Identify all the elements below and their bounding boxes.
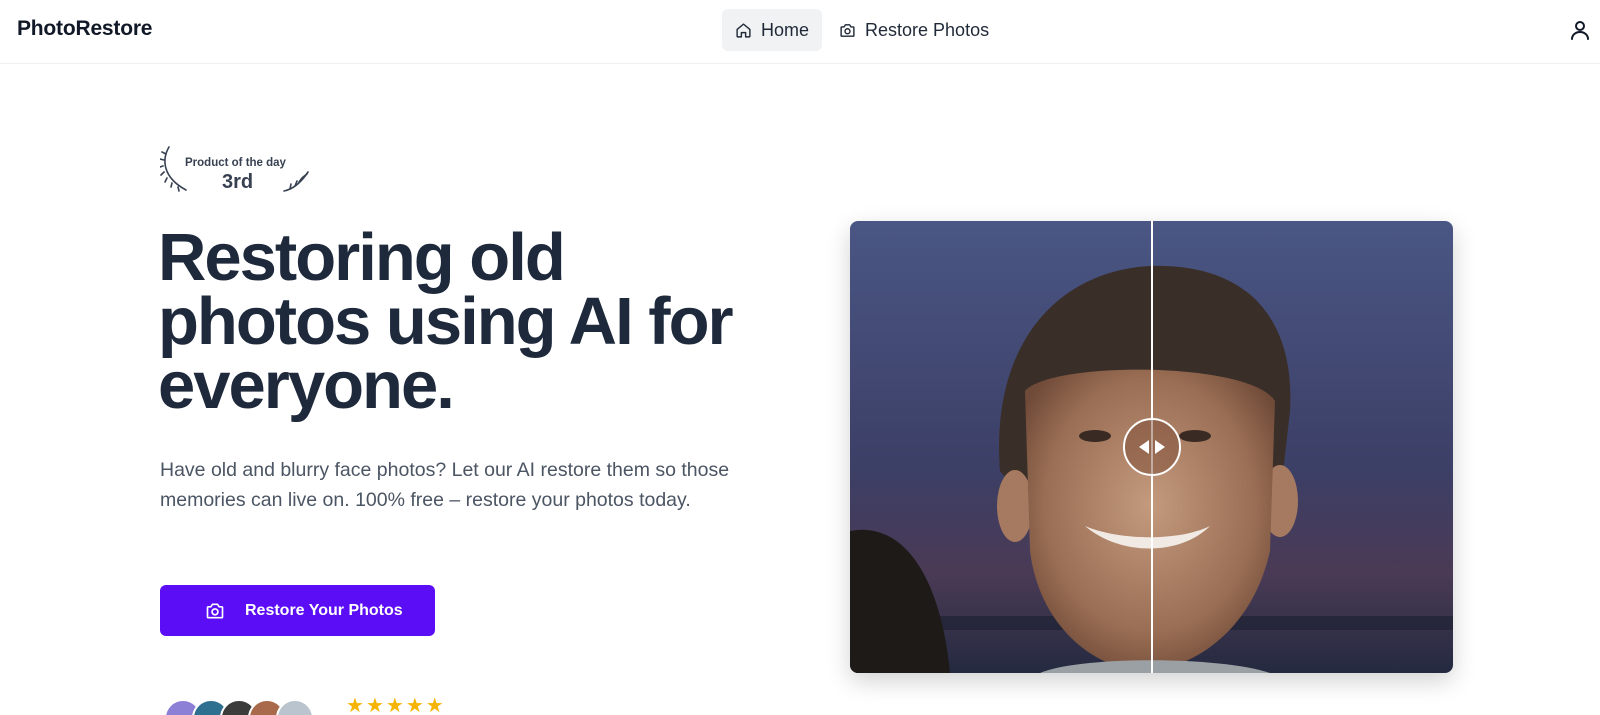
camera-icon	[206, 603, 224, 618]
brand-logo[interactable]: PhotoRestore	[17, 17, 152, 41]
laurel-right-icon	[283, 171, 309, 192]
arrow-left-icon	[1139, 440, 1149, 454]
nav-label-home: Home	[761, 19, 810, 40]
main-nav: Home Restore Photos	[722, 9, 1002, 51]
camera-icon	[840, 23, 855, 37]
home-icon	[736, 22, 751, 38]
arrow-right-icon	[1155, 440, 1165, 454]
user-icon[interactable]	[1568, 18, 1592, 42]
star-icon: ★	[385, 695, 404, 715]
product-of-the-day-badge: Product of the day 3rd	[160, 145, 315, 200]
user-avatars	[164, 699, 314, 715]
comparison-slider-handle[interactable]	[1123, 418, 1181, 476]
laurel-left-icon	[160, 146, 187, 192]
nav-item-restore-photos[interactable]: Restore Photos	[826, 9, 1002, 51]
star-icon: ★	[405, 695, 424, 715]
hero-title: Restoring old photos using AI for everyo…	[158, 220, 734, 423]
rating-stars: ★ ★ ★ ★ ★	[346, 696, 444, 715]
avatar	[276, 699, 314, 715]
star-icon: ★	[346, 695, 364, 715]
restore-your-photos-button[interactable]: Restore Your Photos	[160, 585, 435, 636]
nav-item-home[interactable]: Home	[722, 9, 823, 51]
star-icon: ★	[425, 695, 444, 715]
award-label: Product of the day	[185, 157, 286, 169]
top-navbar: PhotoRestore Home Restore Photos	[0, 0, 1600, 64]
cta-label: Restore Your Photos	[245, 601, 403, 619]
hero-subtitle: Have old and blurry face photos? Let our…	[160, 459, 730, 511]
before-after-comparison[interactable]	[850, 221, 1453, 673]
award-rank: 3rd	[222, 171, 254, 193]
nav-label-restore-photos: Restore Photos	[865, 19, 990, 40]
star-icon: ★	[365, 695, 384, 715]
